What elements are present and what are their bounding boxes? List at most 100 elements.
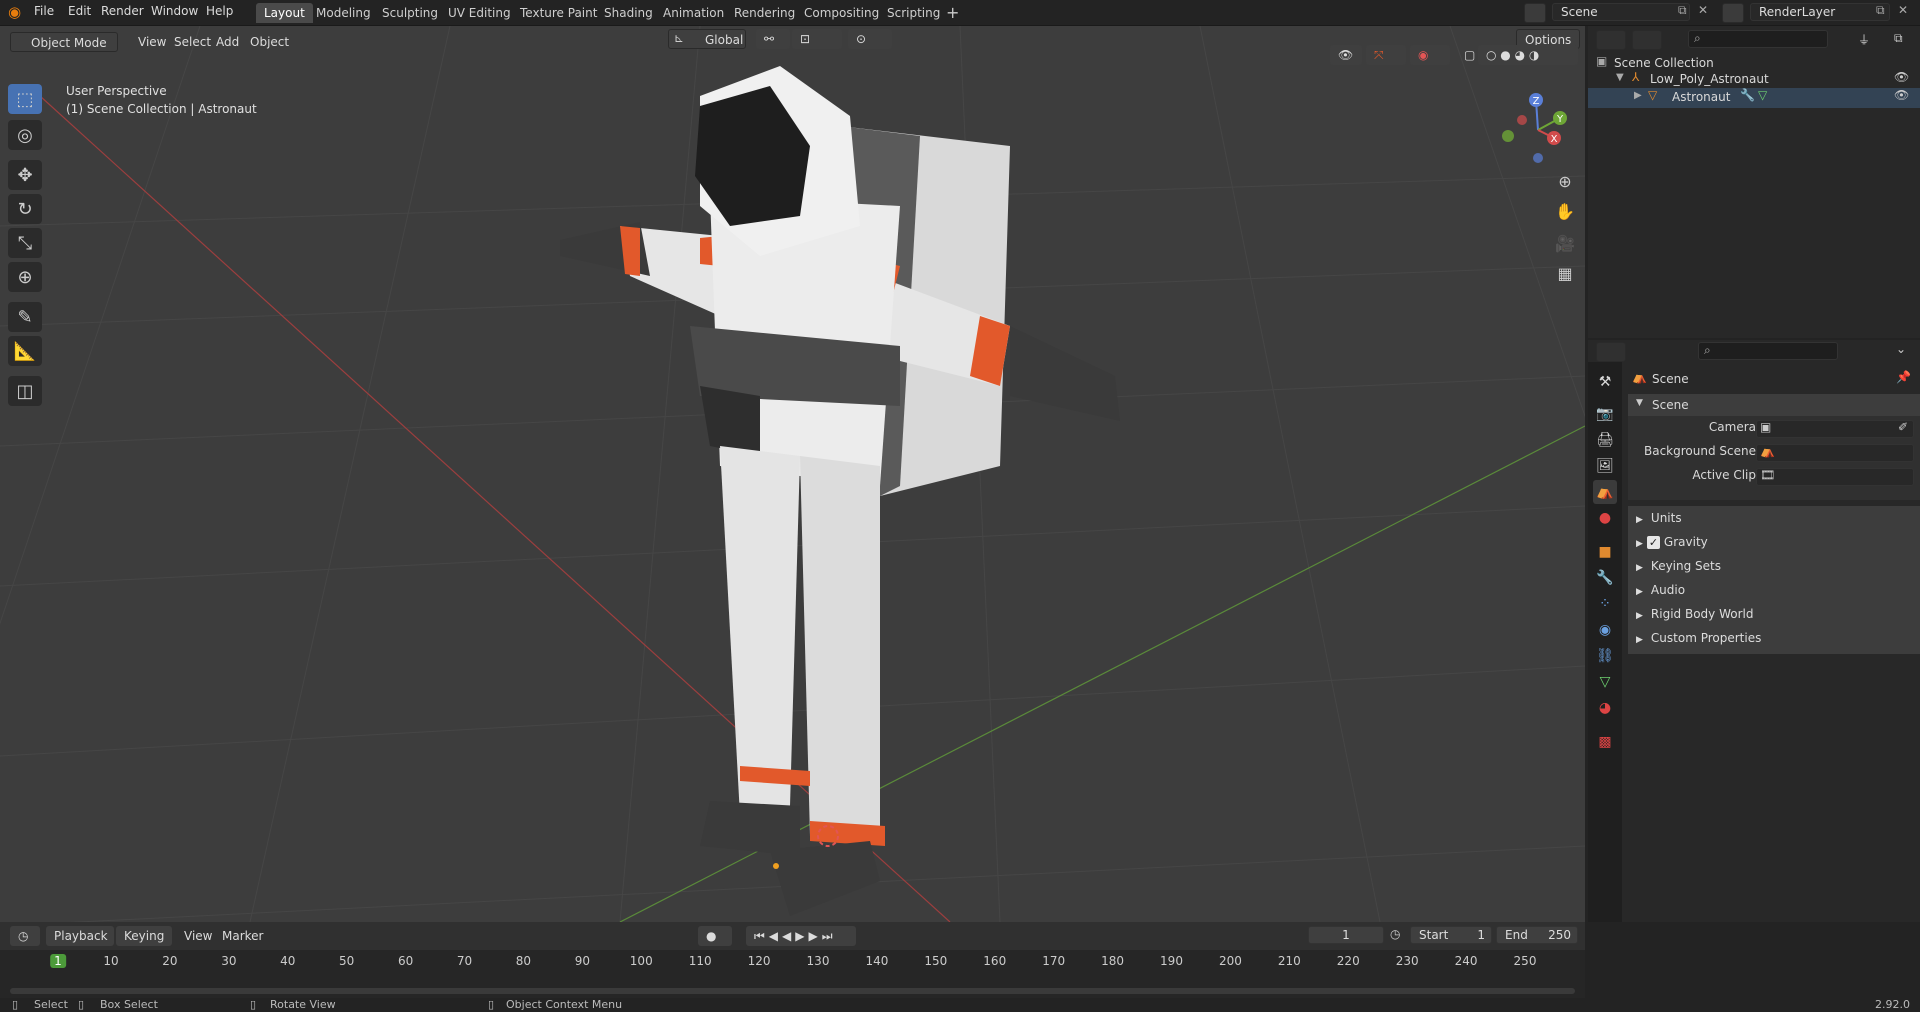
texture-tab-icon[interactable]: ▩ xyxy=(1593,730,1617,754)
navigation-gizmo[interactable]: Z Y X xyxy=(1498,90,1578,170)
scene-name-field[interactable]: Scene xyxy=(1552,3,1690,21)
tab-layout[interactable]: Layout xyxy=(256,3,313,23)
active-clip-field[interactable] xyxy=(1756,468,1914,486)
delete-scene-icon[interactable]: ✕ xyxy=(1698,3,1708,17)
new-view-layer-icon[interactable]: ⧉ xyxy=(1876,3,1885,18)
3d-viewport[interactable]: Object Mode View Select Add Object Globa… xyxy=(0,26,1585,922)
properties-search-input[interactable] xyxy=(1698,342,1838,360)
overlays-toggle-icon[interactable]: ◉ xyxy=(1410,45,1450,65)
material-tab-icon[interactable]: ◕ xyxy=(1593,696,1617,720)
gravity-subpanel[interactable]: ▶ ✓ Gravity xyxy=(1628,530,1920,554)
visibility-eye-icon[interactable]: 👁 xyxy=(1894,88,1909,102)
mesh-object-icon: ▽ xyxy=(1648,88,1658,102)
menu-edit[interactable]: Edit xyxy=(68,4,91,18)
ortho-toggle-icon[interactable]: ▦ xyxy=(1551,260,1579,286)
keying-sets-subpanel[interactable]: ▶ Keying Sets xyxy=(1628,554,1920,578)
camera-field[interactable] xyxy=(1756,420,1914,438)
data-tab-icon[interactable]: ▽ xyxy=(1593,670,1617,694)
view-layer-tab-icon[interactable]: 🖼 xyxy=(1593,454,1617,478)
tab-modeling[interactable]: Modeling xyxy=(308,3,379,23)
view-layer-field[interactable]: RenderLayer xyxy=(1750,3,1890,21)
view-perspective-label: User Perspective xyxy=(66,84,167,98)
tab-shading[interactable]: Shading xyxy=(596,3,661,23)
zoom-view-icon[interactable]: ⊕ xyxy=(1551,168,1579,194)
timeline-scrollbar[interactable] xyxy=(10,988,1575,994)
display-mode-icon[interactable] xyxy=(1632,30,1662,50)
visibility-eye-icon[interactable]: 👁 xyxy=(1894,70,1909,84)
tab-uv-editing[interactable]: UV Editing xyxy=(440,3,519,23)
scene-collection-item[interactable]: Scene Collection xyxy=(1614,56,1714,70)
filter-icon[interactable]: ⏚ xyxy=(1858,31,1870,48)
view-layer-selector-icon[interactable] xyxy=(1722,3,1744,23)
properties-editor-type-icon[interactable] xyxy=(1596,342,1626,362)
delete-view-layer-icon[interactable]: ✕ xyxy=(1898,3,1908,17)
tab-scripting[interactable]: Scripting xyxy=(879,3,948,23)
move-tool-icon[interactable]: ✥ xyxy=(8,160,42,190)
scene-panel-header[interactable]: ▼ Scene xyxy=(1628,394,1920,416)
expand-arrow-icon[interactable]: ▶ xyxy=(1634,90,1642,101)
tab-sculpting[interactable]: Sculpting xyxy=(374,3,446,23)
outliner-search-input[interactable] xyxy=(1688,30,1828,48)
scene-tab-icon[interactable]: ⛺ xyxy=(1593,480,1617,504)
pin-icon[interactable]: 📌 xyxy=(1896,370,1911,384)
measure-tool-icon[interactable]: 📐 xyxy=(8,336,42,366)
blender-logo-icon[interactable]: ◉ xyxy=(8,3,21,21)
active-clip-label: Active Clip xyxy=(1692,468,1756,482)
transform-tool-icon[interactable]: ⊕ xyxy=(8,262,42,292)
menu-help[interactable]: Help xyxy=(206,4,233,18)
units-subpanel[interactable]: ▶ Units xyxy=(1628,506,1920,530)
physics-tab-icon[interactable]: ◉ xyxy=(1593,618,1617,642)
timeline-ruler[interactable]: 1 10 20 30 40 50 60 70 80 90 100 110 120 130 140 150 160… xyxy=(0,950,1585,998)
menu-window[interactable]: Window xyxy=(151,4,198,18)
tool-tab-icon[interactable]: ⚒ xyxy=(1593,370,1617,394)
new-collection-icon[interactable]: ⧉ xyxy=(1894,31,1903,46)
annotate-tool-icon[interactable]: ✎ xyxy=(8,302,42,332)
select-box-tool-icon[interactable]: ⬚ xyxy=(8,84,42,114)
units-label: Units xyxy=(1650,511,1682,525)
shading-modes-icon[interactable]: ○ ● ◕ ◑ xyxy=(1478,45,1578,65)
outliner-item-astronaut[interactable]: Astronaut xyxy=(1672,90,1730,104)
scale-tool-icon[interactable]: ⤡ xyxy=(8,228,42,258)
gizmo-toggle-icon[interactable]: ⤧ xyxy=(1366,45,1406,65)
scene-selector-icon[interactable] xyxy=(1524,3,1546,23)
modifier-tab-icon[interactable]: 🔧 xyxy=(1593,566,1617,590)
new-scene-icon[interactable]: ⧉ xyxy=(1678,3,1687,18)
add-workspace-icon[interactable]: + xyxy=(946,3,959,22)
rigid-body-world-subpanel[interactable]: ▶ Rigid Body World xyxy=(1628,602,1920,626)
output-tab-icon[interactable]: 🖨 xyxy=(1593,428,1617,452)
pan-view-icon[interactable]: ✋ xyxy=(1551,198,1579,224)
gravity-checkbox[interactable]: ✓ xyxy=(1646,536,1660,549)
render-tab-icon[interactable]: 📷 xyxy=(1593,402,1617,426)
audio-subpanel[interactable]: ▶ Audio xyxy=(1628,578,1920,602)
rotate-tool-icon[interactable]: ↻ xyxy=(8,194,42,224)
cursor-tool-icon[interactable]: ◎ xyxy=(8,120,42,150)
snap-icon[interactable]: ⊡ xyxy=(792,29,842,49)
outliner-editor-type-icon[interactable] xyxy=(1596,30,1626,50)
viewport-menu-object[interactable]: Object xyxy=(242,32,297,52)
version-label: 2.92.0 xyxy=(1875,998,1910,1011)
expand-arrow-icon[interactable]: ▼ xyxy=(1616,72,1624,83)
object-tab-icon[interactable]: ■ xyxy=(1593,540,1617,564)
particles-tab-icon[interactable]: ⁘ xyxy=(1593,592,1617,616)
object-mode-dropdown[interactable]: Object Mode xyxy=(10,32,118,52)
gizmo-x-label: X xyxy=(1551,134,1558,145)
camera-view-icon[interactable]: 🎥 xyxy=(1551,230,1579,256)
world-tab-icon[interactable]: ● xyxy=(1593,506,1617,530)
xray-icon[interactable]: ▢ xyxy=(1456,45,1475,65)
menu-render[interactable]: Render xyxy=(101,4,144,18)
tab-rendering[interactable]: Rendering xyxy=(726,3,803,23)
tab-animation[interactable]: Animation xyxy=(655,3,732,23)
constraints-tab-icon[interactable]: ⛓ xyxy=(1593,644,1617,668)
background-scene-field[interactable] xyxy=(1756,444,1914,462)
proportional-editing-icon[interactable]: ⊙ xyxy=(848,29,892,49)
outliner-item-low-poly-astronaut[interactable]: Low_Poly_Astronaut xyxy=(1650,72,1769,86)
chevron-down-icon[interactable]: ⌄ xyxy=(1896,342,1906,356)
menu-file[interactable]: File xyxy=(34,4,54,18)
eyedropper-icon[interactable]: ✐ xyxy=(1898,420,1908,434)
pivot-point-icon[interactable]: ⚯ xyxy=(756,29,790,49)
custom-properties-subpanel[interactable]: ▶ Custom Properties xyxy=(1628,626,1920,650)
tab-compositing[interactable]: Compositing xyxy=(796,3,887,23)
add-cube-tool-icon[interactable]: ◫ xyxy=(8,376,42,406)
visibility-icon[interactable]: 👁 xyxy=(1330,45,1362,65)
tab-texture-paint[interactable]: Texture Paint xyxy=(512,3,605,23)
